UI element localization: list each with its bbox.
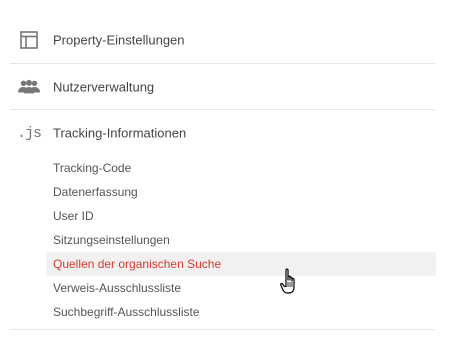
property-layout-icon xyxy=(18,29,40,51)
subnav-item-user-id[interactable]: User ID xyxy=(46,204,436,228)
subnav-item-label: Suchbegriff-Ausschlussliste xyxy=(53,305,200,319)
users-icon xyxy=(18,76,40,98)
subnav-item-label: User ID xyxy=(53,209,94,223)
subnav-item-label: Datenerfassung xyxy=(53,185,138,199)
subnav-item-search-term-exclusion-list[interactable]: Suchbegriff-Ausschlussliste xyxy=(46,300,436,324)
divider xyxy=(10,329,436,330)
subnav-item-data-collection[interactable]: Datenerfassung xyxy=(46,180,436,204)
hand-pointer-icon xyxy=(280,268,295,294)
subnav-item-label: Tracking-Code xyxy=(53,161,132,175)
subnav-item-session-settings[interactable]: Sitzungseinstellungen xyxy=(46,228,436,252)
subnav-item-organic-search-sources[interactable]: Quellen der organischen Suche xyxy=(46,252,436,276)
subnav-item-label: Verweis-Ausschlussliste xyxy=(53,281,182,295)
nav-item-label: Nutzerverwaltung xyxy=(53,79,155,95)
subnav-item-referral-exclusion-list[interactable]: Verweis-Ausschlussliste xyxy=(46,276,436,300)
nav-item-property-settings[interactable]: Property-Einstellungen xyxy=(10,17,436,63)
nav-item-label: Tracking-Informationen xyxy=(53,125,187,141)
nav-item-user-management[interactable]: Nutzerverwaltung xyxy=(10,64,436,110)
nav-item-tracking-info[interactable]: .js Tracking-Informationen xyxy=(10,110,436,156)
nav-item-label: Property-Einstellungen xyxy=(53,32,185,48)
subnav-item-tracking-code[interactable]: Tracking-Code xyxy=(46,156,436,180)
subnav-item-label: Sitzungseinstellungen xyxy=(53,233,170,247)
js-icon: .js xyxy=(17,124,42,142)
subnav-item-label: Quellen der organischen Suche xyxy=(53,257,222,271)
